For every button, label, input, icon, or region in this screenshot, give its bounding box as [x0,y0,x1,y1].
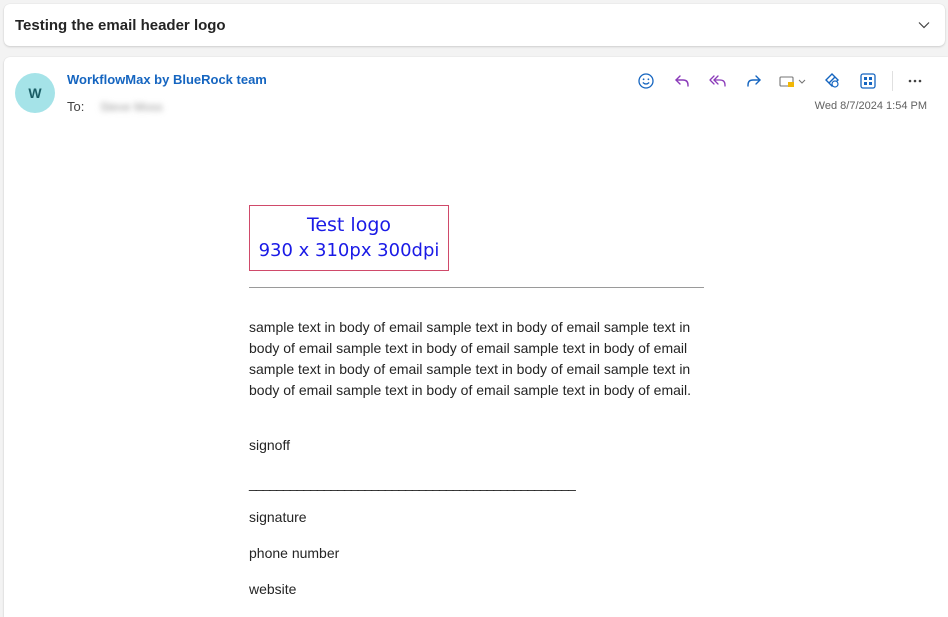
avatar[interactable]: W [15,73,55,113]
toolbar-divider [892,71,893,91]
logo-dimensions: 930 x 310px 300dpi [258,240,440,261]
message-actions-icon[interactable] [776,69,810,93]
forward-icon[interactable] [740,69,768,93]
to-label: To: [67,99,85,114]
emoji-reaction-icon[interactable] [632,69,660,93]
more-options-icon[interactable] [901,69,929,93]
header-logo-placeholder: Test logo 930 x 310px 300dpi [249,205,449,271]
recipient-name[interactable]: Steve Moss [100,100,163,114]
signature-underline: ________________________________________… [249,475,576,491]
website-text: website [249,581,297,597]
subject-title: Testing the email header logo [15,17,226,34]
body-paragraph: sample text in body of email sample text… [249,319,691,398]
chevron-down-icon[interactable] [917,18,931,32]
signoff-text: signoff [249,437,290,453]
divider-line [249,287,704,288]
logo-title: Test logo [306,214,392,236]
signature-text: signature [249,509,307,525]
apps-icon[interactable] [854,69,882,93]
subject-header: Testing the email header logo [4,4,945,46]
message-pane: W WorkflowMax by BlueRock team To: Steve… [4,57,948,617]
to-row: To: Steve Moss [67,99,163,114]
loop-icon[interactable] [818,69,846,93]
message-timestamp: Wed 8/7/2024 1:54 PM [814,100,927,112]
reply-all-icon[interactable] [704,69,732,93]
sender-name[interactable]: WorkflowMax by BlueRock team [67,72,267,87]
reply-icon[interactable] [668,69,696,93]
message-toolbar [624,69,929,93]
phone-number-text: phone number [249,545,340,561]
